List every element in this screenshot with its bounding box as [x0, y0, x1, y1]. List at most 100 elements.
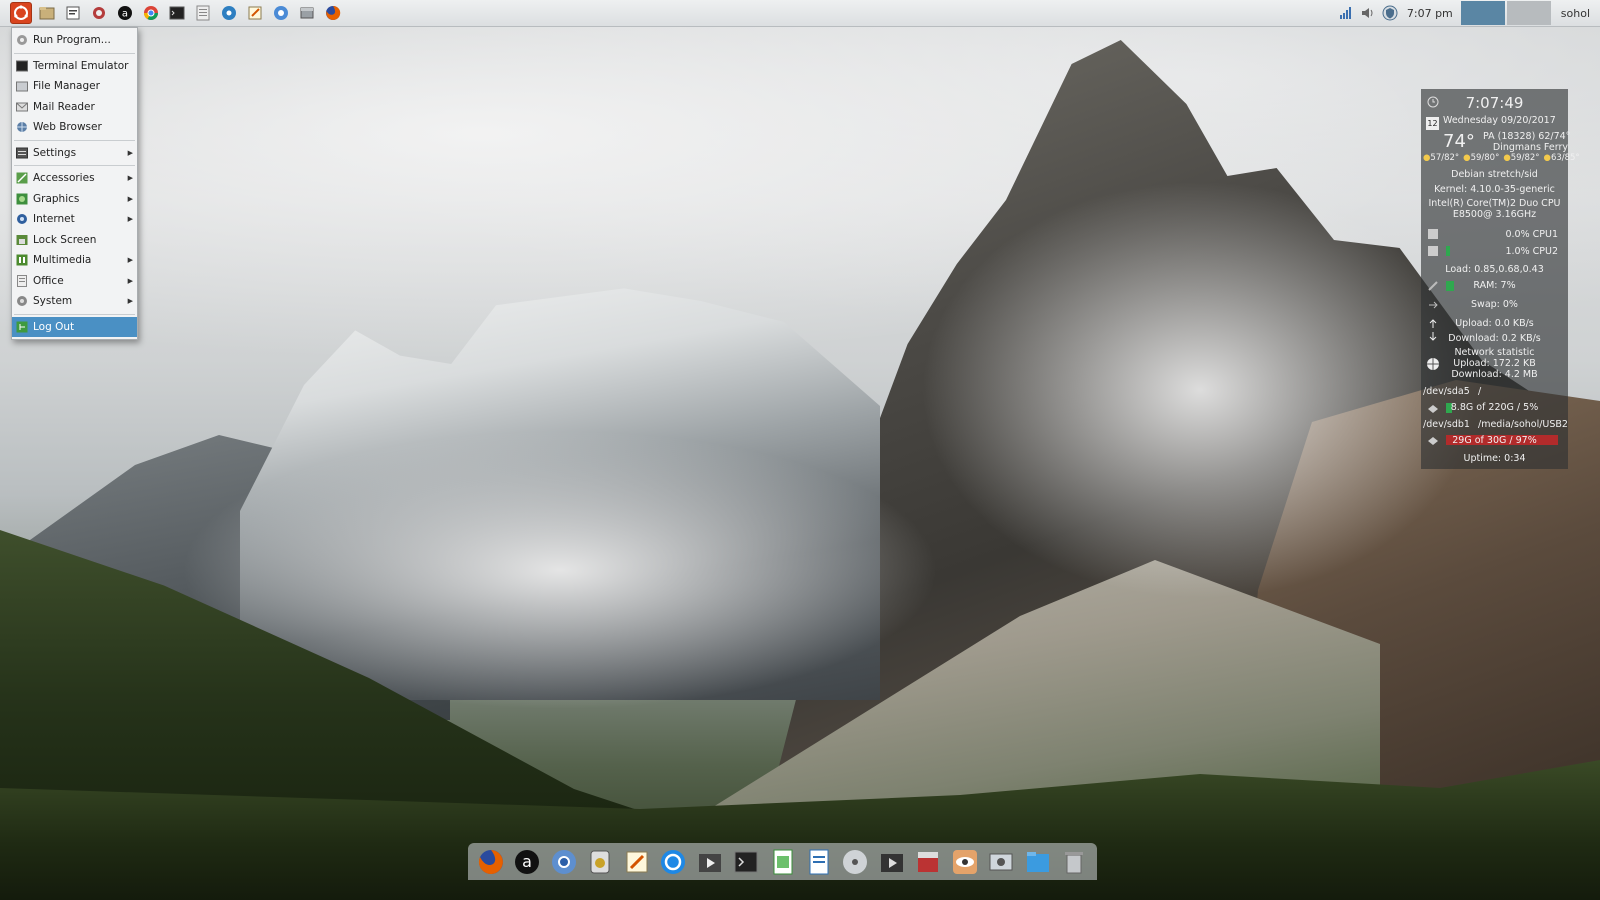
- dock-document[interactable]: [804, 847, 834, 877]
- app-menu-icon: [14, 5, 28, 20]
- menu-item-settings[interactable]: Settings ▶: [12, 143, 137, 164]
- menu-item-label: Multimedia: [33, 254, 92, 267]
- dock-screenshot[interactable]: [986, 847, 1016, 877]
- chromium-icon: [274, 6, 288, 20]
- conky-disk2-usage: 29G of 30G / 97%: [1452, 435, 1537, 446]
- conky-network-upload: Upload: 172.2 KB: [1453, 358, 1536, 369]
- menu-item-label: File Manager: [33, 80, 100, 93]
- submenu-arrow-icon: ▶: [127, 276, 133, 285]
- lock-icon: [16, 234, 28, 245]
- menu-item-internet[interactable]: Internet ▶: [12, 209, 137, 230]
- dock-folder[interactable]: [1023, 847, 1053, 877]
- media-launcher[interactable]: [218, 2, 240, 24]
- shield-icon: [1382, 5, 1398, 21]
- conky-disk2-device: /dev/sdb1: [1423, 419, 1470, 430]
- forecast-day-4: ●63/85°: [1543, 153, 1580, 163]
- menu-item-mail-reader[interactable]: Mail Reader: [12, 97, 137, 118]
- shield-tray-button[interactable]: [1382, 5, 1398, 21]
- menu-item-web-browser[interactable]: Web Browser: [12, 117, 137, 138]
- files-launcher[interactable]: [296, 2, 318, 24]
- dock-eye[interactable]: [950, 847, 980, 877]
- notes-icon: [248, 6, 262, 20]
- workspace-2[interactable]: [1506, 1, 1551, 25]
- notes-launcher[interactable]: [244, 2, 266, 24]
- menu-item-run-program[interactable]: Run Program...: [12, 30, 137, 51]
- globe-icon: [17, 122, 27, 133]
- menu-item-label: Mail Reader: [33, 100, 95, 113]
- spreadsheet-icon: [773, 849, 792, 874]
- chromium-launcher[interactable]: [270, 2, 292, 24]
- menu-item-lock-screen[interactable]: Lock Screen: [12, 230, 137, 251]
- menu-item-terminal-emulator[interactable]: Terminal Emulator: [12, 56, 137, 77]
- conky-disk2-mount: /media/sohol/USB20: [1478, 419, 1568, 430]
- file-manager-launcher[interactable]: [36, 2, 58, 24]
- dock: a: [468, 843, 1097, 880]
- conky-network-title: Network statistic: [1454, 347, 1535, 358]
- conky-uptime: Uptime: 0:34: [1463, 453, 1526, 464]
- conky-download-speed: Download: 0.2 KB/s: [1448, 333, 1541, 344]
- multimedia-icon: [16, 254, 28, 266]
- files-icon: [300, 7, 314, 19]
- dock-text-editor[interactable]: [622, 847, 652, 877]
- dock-trash[interactable]: [1059, 847, 1089, 877]
- settings-icon: [16, 147, 28, 159]
- text-editor-icon: [66, 6, 80, 20]
- dock-terminal[interactable]: [731, 847, 761, 877]
- menu-item-file-manager[interactable]: File Manager: [12, 76, 137, 97]
- volume-icon: [1361, 8, 1373, 18]
- menu-item-graphics[interactable]: Graphics ▶: [12, 189, 137, 210]
- firefox-icon: [326, 5, 341, 20]
- workspace-1[interactable]: [1460, 1, 1505, 25]
- conky-disk1-mount: /: [1478, 386, 1482, 397]
- terminal-launcher[interactable]: [166, 2, 188, 24]
- document-launcher[interactable]: [192, 2, 214, 24]
- dock-amazon[interactable]: a: [512, 847, 542, 877]
- network-icon: [93, 7, 105, 19]
- conky-network-download: Download: 4.2 MB: [1451, 369, 1538, 380]
- menu-item-label: Terminal Emulator: [33, 59, 129, 72]
- folder-icon: [1026, 851, 1049, 872]
- application-menu: Run Program... Terminal Emulator File Ma…: [11, 27, 138, 340]
- firefox-launcher[interactable]: [322, 2, 344, 24]
- conky-disk1-usage: 8.8G of 220G / 5%: [1450, 402, 1539, 413]
- menu-item-multimedia[interactable]: Multimedia ▶: [12, 250, 137, 271]
- conky-ram: RAM: 7%: [1473, 280, 1516, 291]
- amazon-icon: a: [118, 6, 132, 20]
- menu-item-accessories[interactable]: Accessories ▶: [12, 168, 137, 189]
- signal-tray-button[interactable]: [1338, 5, 1354, 21]
- menu-item-label: Lock Screen: [33, 233, 97, 246]
- menu-item-label: Office: [33, 274, 64, 287]
- conky-date: Wednesday 09/20/2017: [1443, 115, 1556, 126]
- dock-movie[interactable]: [877, 847, 907, 877]
- eye-icon: [952, 849, 977, 874]
- menu-item-label: Accessories: [33, 172, 95, 185]
- user-name[interactable]: sohol: [1553, 7, 1600, 20]
- panel-clock[interactable]: 7:07 pm: [1407, 7, 1453, 20]
- menu-item-log-out[interactable]: Log Out: [12, 316, 137, 337]
- network-launcher[interactable]: [88, 2, 110, 24]
- dock-sync[interactable]: [658, 847, 688, 877]
- conky-cpu2: 1.0% CPU2: [1505, 246, 1558, 257]
- menu-item-label: Run Program...: [33, 34, 111, 47]
- conky-os: Debian stretch/sid: [1451, 169, 1538, 180]
- dock-media-player[interactable]: [585, 847, 615, 877]
- forecast-day-3: ●59/82°: [1503, 153, 1540, 163]
- conky-kernel: Kernel: 4.10.0-35-generic: [1434, 184, 1555, 195]
- amazon-launcher[interactable]: a: [114, 2, 136, 24]
- menu-item-system[interactable]: System ▶: [12, 291, 137, 312]
- dock-firefox[interactable]: [476, 847, 506, 877]
- submenu-arrow-icon: ▶: [127, 297, 133, 306]
- dock-chromium[interactable]: [549, 847, 579, 877]
- volume-tray-button[interactable]: [1360, 5, 1376, 21]
- firefox-icon: [478, 849, 503, 874]
- dock-package[interactable]: [913, 847, 943, 877]
- chrome-launcher[interactable]: [140, 2, 162, 24]
- conky-cpu1: 0.0% CPU1: [1505, 229, 1558, 240]
- dock-video[interactable]: [695, 847, 725, 877]
- calendar-icon: 12: [1426, 117, 1439, 130]
- text-editor-launcher[interactable]: [62, 2, 84, 24]
- app-menu-button[interactable]: [10, 2, 32, 24]
- menu-item-office[interactable]: Office ▶: [12, 271, 137, 292]
- dock-disc[interactable]: [840, 847, 870, 877]
- dock-spreadsheet[interactable]: [768, 847, 798, 877]
